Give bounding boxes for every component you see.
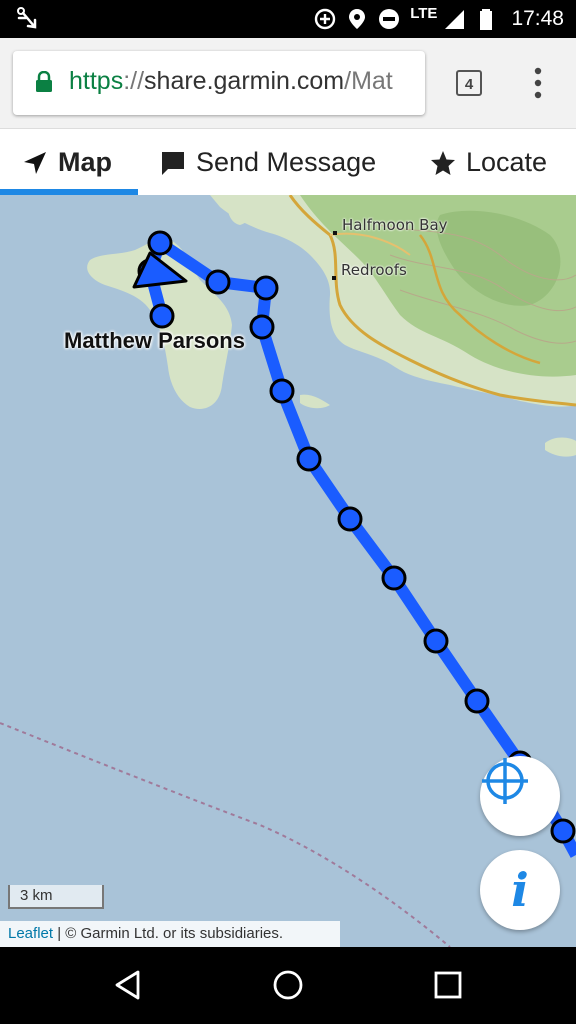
url-text: https://share.garmin.com/Mat xyxy=(69,67,393,96)
do-not-disturb-icon xyxy=(379,9,400,29)
island xyxy=(300,394,330,409)
tracked-user-label: Matthew Parsons xyxy=(64,328,245,353)
boundary-line xyxy=(0,722,451,947)
track-point xyxy=(381,565,407,591)
track-point xyxy=(147,230,173,256)
url-host: share.garmin.com xyxy=(144,67,345,95)
home-icon[interactable] xyxy=(272,969,304,1001)
track-point xyxy=(253,275,279,301)
tab-locate[interactable]: Locate xyxy=(430,129,547,196)
scale-bar: 3 km xyxy=(8,885,104,909)
system-nav-bar xyxy=(0,947,576,1024)
place-marker xyxy=(333,231,337,235)
tab-send-message-label: Send Message xyxy=(196,147,377,177)
map-view[interactable]: Halfmoon Bay Redroofs Matthew Parsons i … xyxy=(0,195,576,947)
battery-icon xyxy=(480,9,493,30)
place-marker xyxy=(332,276,336,280)
tab-map-label: Map xyxy=(58,147,112,177)
address-bar[interactable]: https://share.garmin.com/Mat xyxy=(13,51,425,115)
map-attribution: Leaflet | © Garmin Ltd. or its subsidiar… xyxy=(0,921,340,947)
track-point xyxy=(269,378,295,404)
place-label-halfmoon-bay: Halfmoon Bay xyxy=(342,216,448,234)
location-pin-icon xyxy=(349,9,366,29)
clock: 17:48 xyxy=(511,7,564,30)
track-point xyxy=(249,314,275,340)
url-path: /Mat xyxy=(344,67,393,95)
track-point xyxy=(149,303,175,329)
track-point xyxy=(296,446,322,472)
lock-icon xyxy=(36,71,52,92)
recents-icon[interactable] xyxy=(432,969,464,1001)
tab-map[interactable]: Map xyxy=(22,129,112,196)
attribution-text: | © Garmin Ltd. or its subsidiaries. xyxy=(53,925,284,942)
star-icon xyxy=(431,150,455,175)
island xyxy=(545,437,576,457)
anchor-icon xyxy=(17,7,37,29)
network-type: LTE xyxy=(410,4,438,22)
data-saver-icon xyxy=(315,8,336,30)
info-button[interactable]: i xyxy=(480,850,560,930)
more-vert-icon[interactable] xyxy=(528,66,548,100)
leaflet-link[interactable]: Leaflet xyxy=(8,925,53,942)
place-label-redroofs: Redroofs xyxy=(341,261,407,279)
track-point xyxy=(550,818,576,844)
status-bar: LTE 17:48 xyxy=(0,0,576,38)
navigation-arrow-icon xyxy=(24,151,46,174)
url-separator: :// xyxy=(123,67,145,95)
track-point xyxy=(423,628,449,654)
tab-send-message[interactable]: Send Message xyxy=(160,129,376,196)
track-point xyxy=(205,269,231,295)
tab-switcher-button[interactable]: 4 xyxy=(456,70,482,96)
map-canvas xyxy=(0,195,576,947)
track-point xyxy=(337,506,363,532)
tab-locate-label: Locate xyxy=(466,147,548,177)
track-point xyxy=(464,688,490,714)
tab-bar: Map Send Message Locate xyxy=(0,128,576,196)
url-scheme: https xyxy=(69,67,124,95)
back-icon[interactable] xyxy=(112,969,144,1001)
signal-icon xyxy=(445,10,465,29)
locate-button[interactable] xyxy=(480,756,560,836)
browser-toolbar: https://share.garmin.com/Mat 4 xyxy=(0,38,576,128)
chat-bubble-icon xyxy=(162,151,184,175)
crosshair-icon xyxy=(482,758,528,804)
